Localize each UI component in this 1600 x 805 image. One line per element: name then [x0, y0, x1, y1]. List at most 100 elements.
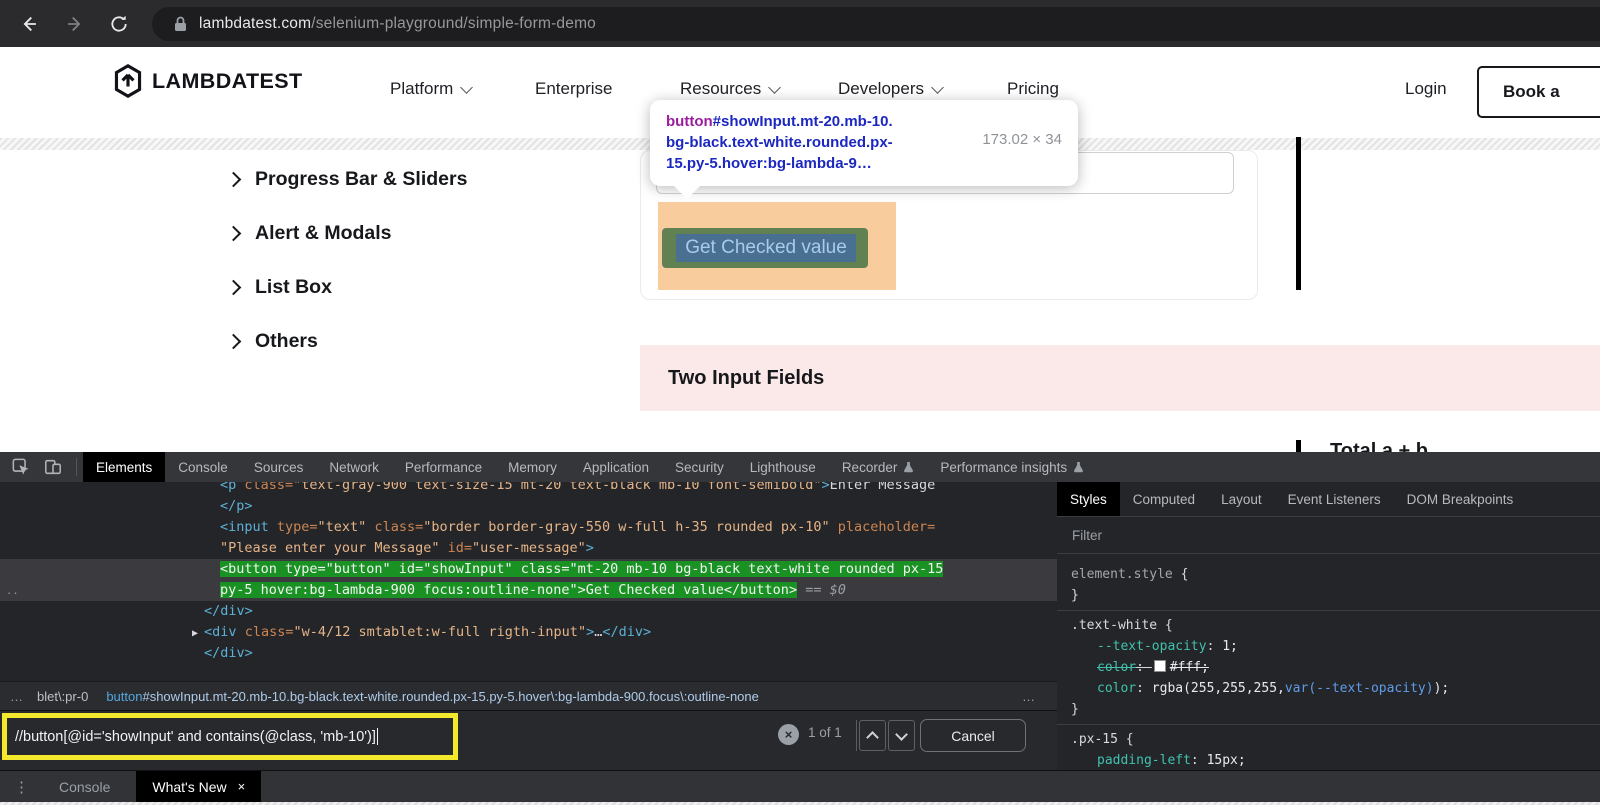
dom-node[interactable]: <input type="text" class="border border-… — [0, 517, 1057, 538]
tab-computed[interactable]: Computed — [1120, 482, 1208, 516]
breadcrumb-selector: #showInput.mt-20.mb-10.bg-black.text-whi… — [142, 689, 758, 704]
tab-layout[interactable]: Layout — [1208, 482, 1275, 516]
experiment-flask-icon — [1073, 461, 1084, 473]
tab-event-listeners[interactable]: Event Listeners — [1275, 482, 1394, 516]
css-declaration[interactable]: --text-opacity: 1; — [1057, 636, 1600, 657]
tab-performance[interactable]: Performance — [392, 452, 495, 482]
tab-elements[interactable]: Elements — [83, 452, 165, 482]
tooltip-dimensions: 173.02 × 34 — [982, 131, 1062, 148]
experiment-flask-icon — [903, 461, 914, 473]
tab-network[interactable]: Network — [316, 452, 392, 482]
nav-enterprise[interactable]: Enterprise — [535, 79, 612, 99]
nav-pricing[interactable]: Pricing — [1007, 79, 1059, 99]
tab-label: Console — [178, 460, 228, 475]
reload-icon[interactable] — [104, 9, 134, 39]
css-declaration[interactable]: color: rgba(255,255,255,var(--text-opaci… — [1057, 678, 1600, 699]
chevron-down-icon — [931, 81, 944, 94]
sidebar-item-list-box[interactable]: List Box — [228, 276, 332, 299]
next-match-button[interactable] — [888, 720, 915, 751]
cancel-label: Cancel — [951, 728, 995, 744]
chevron-down-icon — [768, 81, 781, 94]
chevron-right-icon — [226, 334, 242, 350]
tab-label: Performance insights — [940, 460, 1067, 475]
css-rule-line[interactable]: } — [1057, 585, 1600, 606]
tab-label: Memory — [508, 460, 557, 475]
dom-node[interactable]: </p> — [0, 496, 1057, 517]
nav-developers[interactable]: Developers — [838, 79, 942, 99]
css-declaration[interactable]: padding-left: 15px; — [1057, 750, 1600, 770]
sidebar-item-others[interactable]: Others — [228, 330, 318, 353]
rule-divider — [1057, 610, 1600, 611]
previous-match-button[interactable] — [859, 720, 886, 751]
dom-node-selected[interactable]: py-5 hover:bg-lambda-900 focus:outline-n… — [0, 580, 1057, 601]
sidebar-item-progress-bar[interactable]: Progress Bar & Sliders — [228, 168, 467, 191]
dom-node-selected[interactable]: <button type="button" id="showInput" cla… — [0, 559, 1057, 580]
tab-performance-insights[interactable]: Performance insights — [927, 452, 1097, 482]
drawer-tab-console[interactable]: Console — [45, 779, 136, 795]
tab-application[interactable]: Application — [570, 452, 662, 482]
dom-node[interactable]: ▶ <div class="w-4/12 smtablet:w-full rig… — [0, 622, 1057, 643]
css-rule-line[interactable]: } — [1057, 699, 1600, 720]
clear-search-icon[interactable]: × — [778, 724, 799, 745]
breadcrumb-item-selected[interactable]: button#showInput.mt-20.mb-10.bg-black.te… — [106, 689, 759, 704]
dom-node[interactable]: "Please enter your Message" id="user-mes… — [0, 538, 1057, 559]
dom-node[interactable]: </div> — [0, 601, 1057, 622]
tab-memory[interactable]: Memory — [495, 452, 570, 482]
cancel-button[interactable]: Cancel — [920, 719, 1026, 752]
tab-sources[interactable]: Sources — [241, 452, 317, 482]
filter-placeholder: Filter — [1072, 528, 1102, 543]
tab-recorder[interactable]: Recorder — [829, 452, 928, 482]
tab-label: Styles — [1070, 492, 1107, 507]
breadcrumb-overflow-icon[interactable]: … — [0, 689, 37, 704]
chevron-up-icon — [866, 731, 879, 744]
styles-tabbar: Styles Computed Layout Event Listeners D… — [1057, 482, 1600, 517]
tab-lighthouse[interactable]: Lighthouse — [737, 452, 829, 482]
sidebar-label: Alert & Modals — [255, 222, 392, 245]
drawer-menu-icon[interactable]: ⋮ — [0, 778, 45, 796]
book-demo-button[interactable]: Book a — [1477, 66, 1600, 118]
screen: lambdatest.com/selenium-playground/simpl… — [0, 0, 1600, 805]
dom-node[interactable]: <p class="text-gray-900 text-size-15 mt-… — [0, 482, 1057, 496]
tab-label: Sources — [254, 460, 304, 475]
url-path: /selenium-playground/simple-form-demo — [311, 15, 596, 32]
find-input-highlighted[interactable]: //button[@id='showInput' and contains(@c… — [2, 713, 458, 760]
css-rule-line[interactable]: .px-15 { — [1057, 729, 1600, 750]
get-checked-value-label: Get Checked value — [685, 237, 847, 259]
login-link[interactable]: Login — [1405, 79, 1447, 99]
nav-resources[interactable]: Resources — [680, 79, 779, 99]
devtools-tool-icons — [0, 458, 76, 476]
device-toolbar-icon[interactable] — [44, 458, 62, 476]
css-declaration-overridden[interactable]: color: #fff; — [1057, 657, 1600, 678]
address-bar[interactable]: lambdatest.com/selenium-playground/simpl… — [152, 7, 1600, 41]
css-rule-line[interactable]: element.style { — [1057, 564, 1600, 585]
tab-dom-breakpoints[interactable]: DOM Breakpoints — [1394, 482, 1527, 516]
chevron-right-icon — [226, 226, 242, 242]
tab-label: Performance — [405, 460, 482, 475]
toolbar-divider — [76, 458, 77, 476]
find-query: //button[@id='showInput' and contains(@c… — [15, 729, 376, 745]
get-checked-value-button[interactable]: Get Checked value — [676, 234, 856, 262]
sidebar-item-alert-modals[interactable]: Alert & Modals — [228, 222, 392, 245]
breadcrumb-overflow-icon[interactable]: … — [1022, 689, 1057, 704]
tooltip-selector-line3: 15.py-5.hover:bg-lambda-9… — [666, 153, 1062, 174]
tooltip-tag: button — [666, 113, 713, 130]
sidebar-label: Others — [255, 330, 318, 353]
tab-label: Computed — [1133, 492, 1195, 507]
drawer-tab-whats-new[interactable]: What's New × — [136, 771, 261, 802]
styles-filter-input[interactable]: Filter — [1057, 517, 1600, 554]
tab-styles[interactable]: Styles — [1057, 482, 1120, 516]
css-rule-line[interactable]: .text-white { — [1057, 615, 1600, 636]
dom-node[interactable]: </div> — [0, 643, 1057, 664]
breadcrumb-item[interactable]: blet\:pr-0 — [37, 689, 88, 704]
nav-platform[interactable]: Platform — [390, 79, 471, 99]
close-icon[interactable]: × — [238, 779, 246, 794]
devtools-panel: Elements Console Sources Network Perform… — [0, 452, 1600, 805]
back-icon[interactable] — [14, 9, 44, 39]
lambdatest-logo[interactable]: LAMBDATEST — [113, 64, 303, 98]
forward-icon[interactable] — [60, 9, 90, 39]
elements-tree[interactable]: <p class="text-gray-900 text-size-15 mt-… — [0, 482, 1058, 681]
tab-console[interactable]: Console — [165, 452, 241, 482]
tab-label: Elements — [96, 460, 152, 475]
tab-security[interactable]: Security — [662, 452, 737, 482]
inspect-element-icon[interactable] — [12, 458, 30, 476]
